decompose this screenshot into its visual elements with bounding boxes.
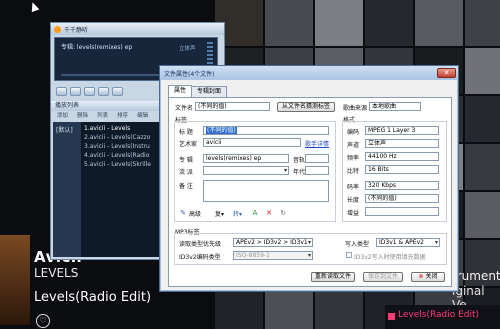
properties-pane: 文件名 (不同的值) 从文件名猜测标签 歌曲来源 本地歌曲 标签 标 题 (不同… [168, 97, 452, 287]
genre-label: 流 派 [179, 169, 193, 176]
genre-select[interactable] [203, 166, 289, 175]
list-item[interactable]: 2.avicii - Levels(Cazzo [84, 134, 150, 141]
list-item[interactable]: 3.avicii - Levels(Instru [84, 143, 150, 150]
copy-dropdown[interactable]: 复▾ [215, 209, 224, 218]
ttplayer-titlebar[interactable]: 千千静听 [51, 23, 224, 35]
gain-label: 增益 [347, 210, 360, 217]
file-properties-dialog: 文件属性(4个文件) ✕ 属性 专辑封面 文件名 (不同的值) 从文件名猜测标签… [159, 65, 459, 292]
filename-field[interactable]: (不同的值) [195, 102, 270, 111]
ttplayer-title: 千千静听 [64, 26, 89, 34]
album-cover-thumbnail[interactable] [0, 235, 30, 325]
samplerate-label: 频率 [347, 155, 360, 162]
edit-icon[interactable] [388, 313, 395, 320]
track-title: Levels(Radio Edit) [34, 290, 152, 305]
samplerate-field: 44100 Hz [365, 152, 439, 161]
now-playing-title[interactable]: Levels(Radio Edit) [398, 310, 479, 320]
comment-label: 备 注 [179, 183, 193, 190]
close-button[interactable]: ⊗ 关闭 [411, 272, 445, 282]
list-item[interactable]: 4.avicii - Levels(Radio [84, 152, 149, 159]
playlist-menu-add[interactable]: 添加 [57, 111, 68, 121]
list-item[interactable]: 1.avicii - Levels [84, 125, 130, 132]
read-priority-select[interactable]: APEv2 > ID3v2 > ID3v1 [233, 238, 313, 247]
encoding-field: MPEG 1 Layer 3 [365, 126, 439, 135]
length-field: (不同的值) [365, 194, 439, 203]
title-field[interactable]: (不同的值) [203, 126, 329, 135]
track-label: 音轨 [293, 157, 306, 164]
id3-encoding-label: ID3v2编码类型 [179, 254, 221, 261]
year-field[interactable] [305, 166, 329, 175]
id3-padding-label: ID3v2写入时使用填充数据 [354, 254, 426, 261]
close-icon[interactable]: ✕ [265, 209, 273, 217]
id3-encoding-select[interactable]: ISO-8859-1 [233, 251, 313, 260]
artist-label: 艺术家 [179, 141, 198, 148]
playlist-menu-sort[interactable]: 排序 [117, 111, 128, 121]
dialog-title: 文件属性(4个文件) [164, 71, 215, 78]
write-type-label: 写入类型 [345, 241, 370, 248]
reread-button[interactable]: 重新读取文件 [311, 272, 355, 282]
next-button[interactable] [112, 86, 123, 96]
stop-button[interactable] [84, 86, 95, 96]
encoding-label: 编码 [347, 129, 360, 136]
heart-icon[interactable]: ♡ [36, 314, 50, 328]
current-song: 专辑: levels(remixes) ep [61, 44, 133, 51]
title-label: 标 题 [179, 129, 193, 136]
channel-field: 立体声 [365, 139, 439, 148]
playlist-menu-edit[interactable]: 编辑 [137, 111, 148, 121]
bitdepth-label: 比特 [347, 168, 360, 175]
pause-button[interactable] [70, 86, 81, 96]
list-item[interactable]: 5.avicii - Levels(Skrille [84, 161, 151, 168]
case-icon[interactable]: A [251, 209, 259, 217]
channel-label: 声道 [347, 142, 360, 149]
play-button[interactable] [56, 86, 67, 96]
close-icon: ⊗ [418, 273, 424, 280]
bitrate-field: 320 Kbps [365, 181, 439, 190]
album-label: 专 辑 [179, 157, 193, 164]
length-label: 长度 [347, 197, 360, 204]
album-field[interactable]: levels(remixes) ep [203, 154, 289, 163]
save-button[interactable]: 保存到文件 [363, 272, 403, 282]
tab-album-cover[interactable]: 专辑封面 [191, 86, 228, 97]
track-list-title-1[interactable]: trument [452, 269, 500, 283]
read-priority-label: 读取类型优先级 [179, 241, 222, 248]
id3-padding-checkbox[interactable] [346, 252, 352, 258]
year-label: 年代 [293, 169, 306, 176]
filename-label: 文件名 [175, 105, 194, 112]
close-button-label: 关闭 [425, 273, 438, 280]
prev-button[interactable] [98, 86, 109, 96]
mouse-cursor-icon [28, 0, 40, 13]
tag-source-label: 歌曲来源 [343, 105, 368, 112]
dialog-tabs: 属性 专辑封面 [168, 85, 228, 97]
playlist-default[interactable]: [默认] [56, 125, 73, 134]
playlist-sidebar: [默认] [53, 122, 81, 257]
playlist-menu-delete[interactable]: 删除 [77, 111, 88, 121]
guess-tag-button[interactable]: 从文件名猜测标签 [277, 102, 335, 112]
tab-properties[interactable]: 属性 [168, 85, 193, 97]
close-icon[interactable]: ✕ [437, 68, 456, 78]
refresh-icon[interactable]: ↻ [279, 209, 287, 217]
artist-details-link[interactable]: 歌手详情 [305, 139, 329, 148]
write-type-select[interactable]: ID3v1 & APEv2 [376, 238, 440, 247]
stereo-indicator: 立体声 [179, 46, 196, 52]
bitrate-label: 码率 [347, 184, 360, 191]
comment-field[interactable] [203, 180, 329, 202]
ttplayer-logo-icon [54, 25, 61, 33]
dialog-titlebar[interactable]: 文件属性(4个文件) ✕ [160, 66, 458, 80]
advanced-icon[interactable]: ✎ [179, 209, 187, 217]
track-field[interactable] [305, 154, 329, 163]
bitdepth-field: 16 Bits [365, 165, 439, 174]
playlist-menu-list[interactable]: 列表 [97, 111, 108, 121]
advanced-button[interactable]: 高级 [189, 209, 201, 218]
tag-source-field[interactable]: 本地歌曲 [369, 102, 421, 111]
convert-dropdown[interactable]: 转▾ [233, 209, 242, 218]
artist-field[interactable]: avicii [203, 138, 301, 147]
album-name[interactable]: LEVELS [34, 266, 78, 280]
title-value: (不同的值) [206, 127, 237, 134]
gain-field [365, 207, 439, 216]
